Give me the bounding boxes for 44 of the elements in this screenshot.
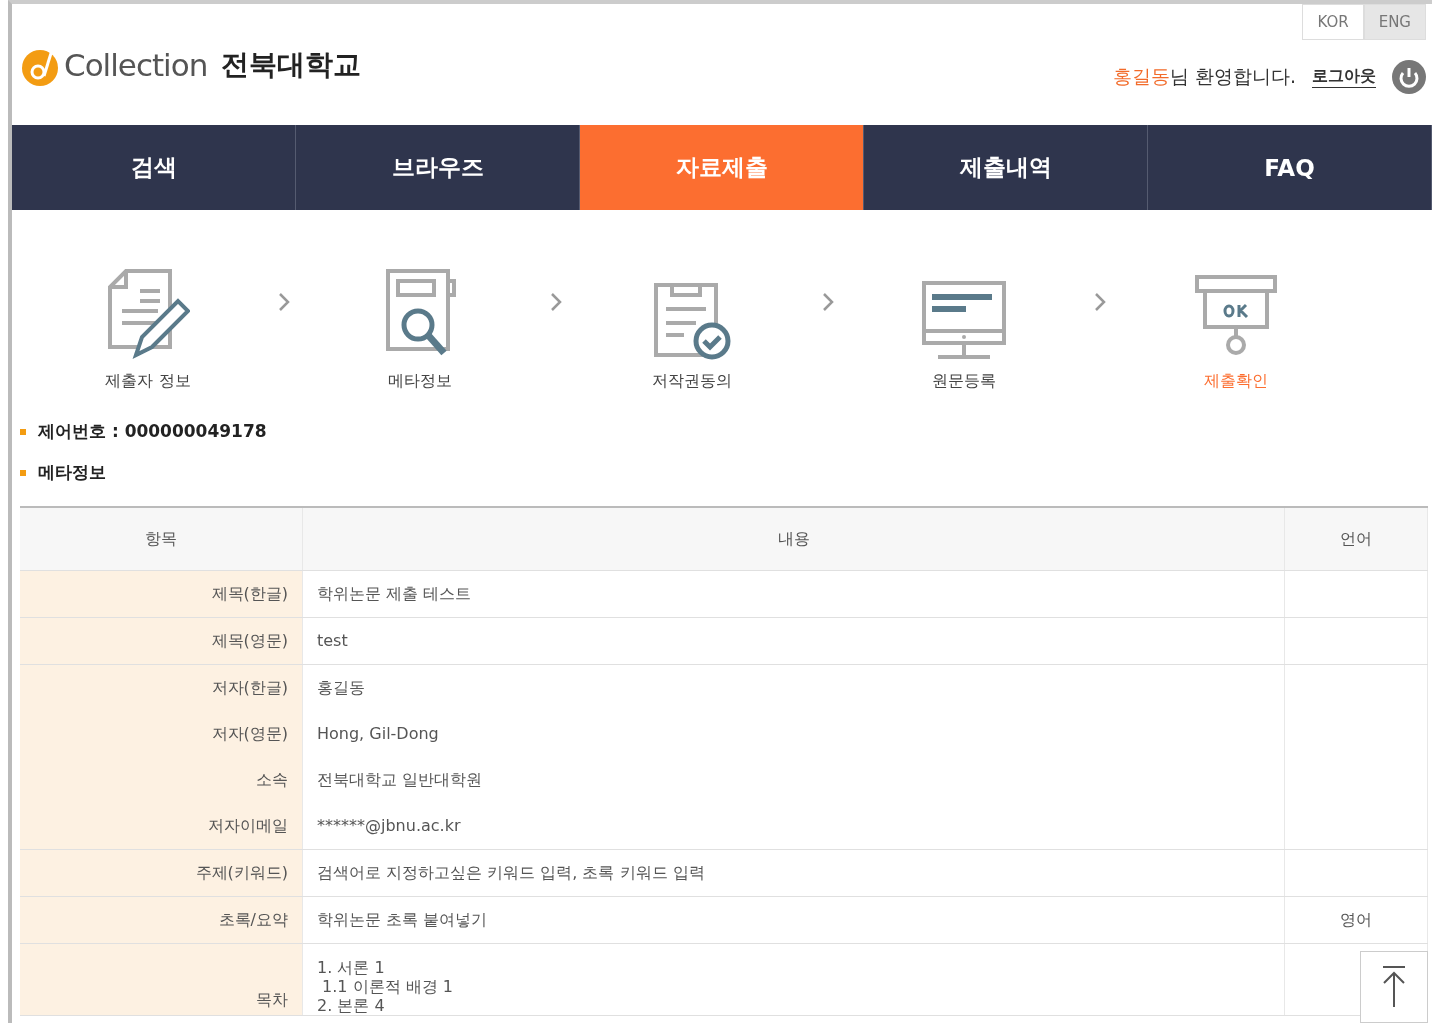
nav-tab[interactable]: FAQ [1148, 125, 1432, 210]
section-heading: 제어번호 : 000000049178 [38, 420, 267, 443]
step-label: 원문등록 [932, 371, 996, 392]
value-cell: 홍길동 Hong, Gil-Dong 전북대학교 일반대학원 ******@jbnu.ac.kr [302, 664, 1285, 850]
document-pen-icon [106, 267, 190, 361]
value-cell: 검색어로 지정하고싶은 키워드 입력, 초록 키워드 입력 [302, 849, 1285, 897]
column-header: 언어 [1284, 507, 1428, 571]
logout-link[interactable]: 로그아웃 [1312, 66, 1376, 88]
row-label-cell: 초록/요약 [20, 896, 303, 944]
row-label-cell: 목차 [20, 943, 303, 1016]
row-label-cell: 제목(한글) [20, 570, 303, 618]
row-label-cell: 저자(한글) 저자(영문) 소속 저자이메일 [20, 664, 303, 850]
bullet-icon [20, 428, 26, 435]
value-cell: test [302, 617, 1285, 665]
chevron-right-icon [550, 292, 562, 312]
university-name: 전북대학교 [221, 46, 362, 83]
step-label: 저작권동의 [652, 371, 732, 392]
row-label-cell: 제목(영문) [20, 617, 303, 665]
value-cell: 학위논문 제출 테스트 [302, 570, 1285, 618]
row-label-cell: 주제(키워드) [20, 849, 303, 897]
nav-tab[interactable]: 검색 [12, 125, 296, 210]
chevron-right-icon [1094, 292, 1106, 312]
language-tab[interactable]: ENG [1363, 4, 1426, 40]
language-tab[interactable]: KOR [1302, 4, 1364, 40]
step-label: 메타정보 [388, 371, 452, 392]
section-heading: 메타정보 [38, 461, 106, 484]
value-cell: 학위논문 초록 붙여넣기 [302, 896, 1285, 944]
value-cell: 1. 서론 1 1.1 이론적 배경 1 2. 본론 4 [302, 943, 1285, 1016]
welcome-message: 홍길동님 환영합니다. [1112, 64, 1296, 89]
step-label: 제출확인 [1204, 371, 1268, 392]
logo-text: Collection [64, 46, 208, 83]
scroll-top-button[interactable] [1360, 951, 1428, 1023]
column-header: 항목 [20, 507, 303, 571]
nav-tab[interactable]: 제출내역 [864, 125, 1148, 210]
column-header: 내용 [302, 507, 1285, 571]
arrow-up-icon [1381, 965, 1407, 1009]
clipboard-check-icon [652, 281, 732, 361]
language-cell: 영어 [1284, 896, 1428, 944]
chevron-right-icon [822, 292, 834, 312]
chevron-right-icon [278, 292, 290, 312]
step-label: 제출자 정보 [105, 371, 191, 392]
bullet-icon [20, 469, 26, 476]
monitor-icon [922, 281, 1006, 361]
power-icon[interactable] [1392, 60, 1426, 94]
